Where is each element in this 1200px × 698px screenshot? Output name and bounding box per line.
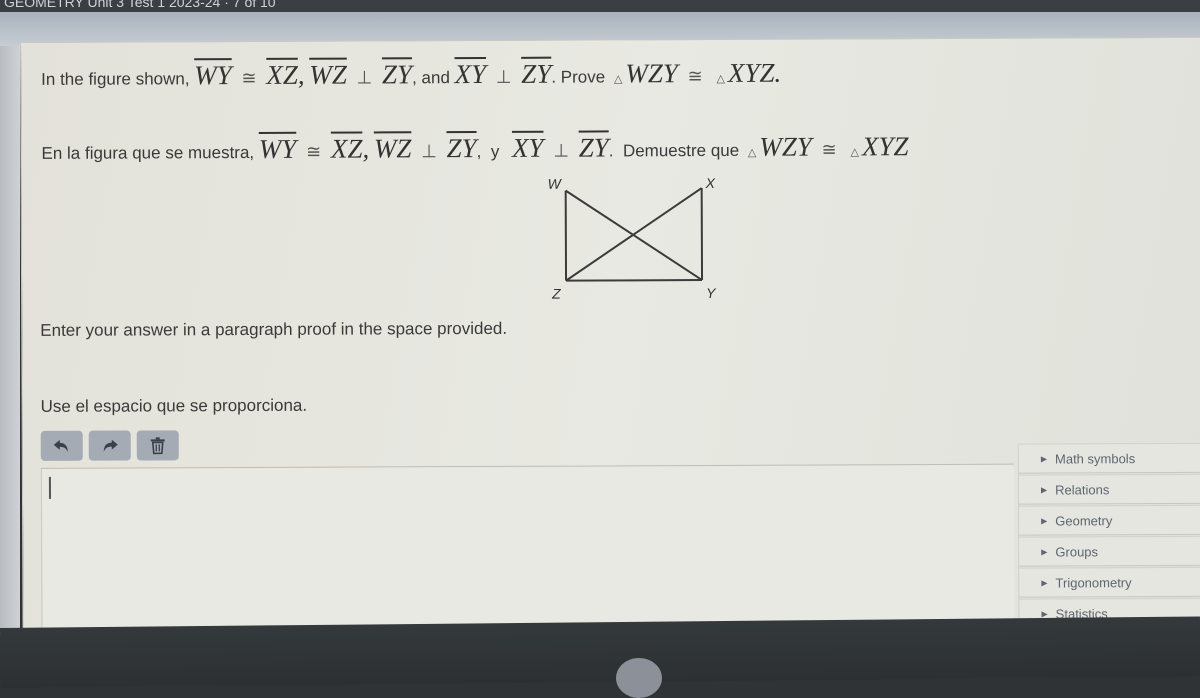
segment-xz: XZ [266, 60, 298, 90]
expand-arrow-icon: ▶ [1041, 485, 1047, 494]
palette-trigonometry[interactable]: ▶ Trigonometry [1019, 567, 1200, 598]
symbol-palette: ▶ Math symbols ▶ Relations ▶ Geometry ▶ Grou… [1018, 443, 1200, 644]
triangle-icon: △ [716, 72, 725, 85]
palette-label: Math symbols [1055, 451, 1135, 466]
window-title-bar: GEOMETRY Unit 3 Test 1 2023-24 · 7 of 10 [0, 0, 1200, 12]
segment-wz: WZ [309, 60, 347, 90]
expand-arrow-icon: ▶ [1041, 516, 1047, 525]
segment-xy: XY [455, 59, 487, 89]
congruent-symbol: ≅ [241, 68, 256, 89]
palette-label: Groups [1055, 544, 1098, 559]
segment-zy: ZY [382, 59, 412, 89]
label-x: X [705, 175, 716, 191]
expand-arrow-icon: ▶ [1041, 609, 1047, 618]
palette-label: Relations [1055, 482, 1109, 497]
question-spanish: En la figura que se muestra, WY ≅ XZ, WZ… [41, 131, 908, 166]
instructions-spanish: Use el espacio que se proporciona. [41, 396, 308, 417]
segment-wz: WZ [374, 133, 412, 163]
congruent-symbol: ≅ [306, 142, 321, 163]
geometry-figure: W X Z Y [542, 170, 743, 301]
redo-button[interactable] [89, 431, 131, 461]
palette-label: Trigonometry [1055, 575, 1131, 590]
triangle-icon: △ [850, 145, 859, 158]
segment-zy: ZY [521, 59, 551, 89]
delete-button[interactable] [137, 430, 179, 460]
expand-arrow-icon: ▶ [1041, 454, 1047, 463]
instructions-english: Enter your answer in a paragraph proof i… [40, 319, 507, 341]
palette-relations[interactable]: ▶ Relations [1019, 474, 1200, 505]
segment-xz: XZ [331, 134, 363, 164]
label-w: W [548, 176, 563, 192]
segment-zy: ZY [579, 132, 609, 162]
question-page: In the figure shown, WY ≅ XZ, WZ ⊥ ZY, a… [20, 37, 1200, 637]
perpendicular-symbol: ⊥ [357, 67, 373, 88]
congruent-symbol: ≅ [822, 139, 837, 160]
and-text: , and [412, 68, 450, 87]
left-margin [0, 46, 20, 636]
question-english: In the figure shown, WY ≅ XZ, WZ ⊥ ZY, a… [41, 58, 781, 92]
segment-wy: WY [194, 60, 232, 90]
device-logo-icon [616, 658, 662, 698]
and-text-es: , y [477, 142, 500, 161]
expand-arrow-icon: ▶ [1041, 578, 1047, 587]
congruent-symbol: ≅ [688, 66, 703, 87]
label-y: Y [706, 285, 717, 301]
triangle-xyz: XYZ [862, 131, 909, 161]
segment-wy: WY [259, 134, 297, 164]
editor-toolbar [41, 430, 179, 461]
segment-zy: ZY [447, 133, 477, 163]
monitor-bezel [0, 616, 1200, 688]
answer-editor[interactable] [41, 464, 1015, 644]
comma: , [298, 60, 305, 90]
expand-arrow-icon: ▶ [1041, 547, 1047, 556]
undo-icon [53, 438, 71, 454]
triangle-wzy: WZY [759, 132, 812, 162]
palette-math-symbols[interactable]: ▶ Math symbols [1019, 443, 1200, 474]
perpendicular-symbol: ⊥ [553, 141, 569, 162]
window-title: GEOMETRY Unit 3 Test 1 2023-24 · 7 of 10 [4, 0, 276, 10]
triangle-icon: △ [614, 72, 623, 85]
question-intro-es: En la figura que se muestra, [41, 143, 254, 163]
text-caret [49, 477, 51, 499]
perpendicular-symbol: ⊥ [496, 67, 512, 88]
perpendicular-symbol: ⊥ [421, 141, 437, 162]
label-z: Z [551, 286, 561, 301]
comma: , [362, 133, 369, 163]
palette-geometry[interactable]: ▶ Geometry [1019, 505, 1200, 536]
palette-label: Geometry [1055, 513, 1112, 528]
question-intro: In the figure shown, [41, 69, 189, 89]
prove-text: . Prove [551, 67, 605, 86]
prove-text-es: . Demuestre que [609, 141, 739, 161]
triangle-xyz: XYZ [728, 58, 775, 88]
trash-icon [150, 436, 166, 454]
palette-groups[interactable]: ▶ Groups [1019, 536, 1200, 567]
segment-zy-line [566, 280, 702, 281]
triangle-wzy: WZY [625, 58, 678, 88]
period: . [774, 58, 781, 88]
triangle-icon: △ [748, 146, 757, 159]
segment-xy: XY [512, 133, 544, 163]
undo-button[interactable] [41, 431, 83, 461]
redo-icon [101, 438, 119, 454]
